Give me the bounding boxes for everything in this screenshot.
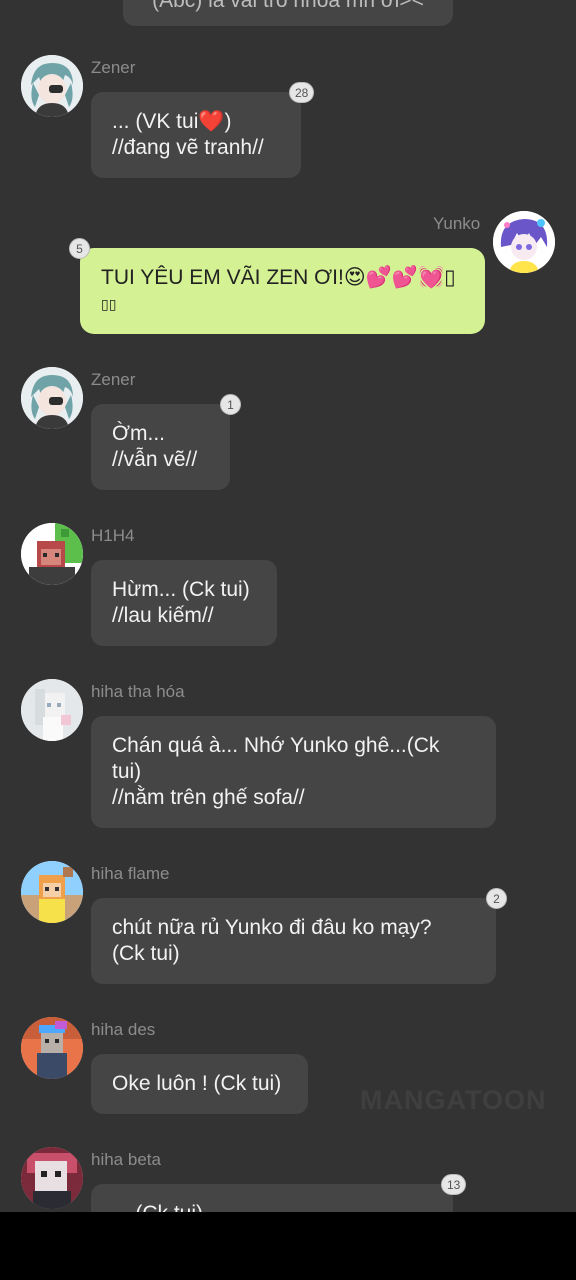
message-bubble[interactable]: ... (Ck tui) [91, 1184, 453, 1212]
message-line: //đang vẽ tranh// [112, 136, 264, 159]
count-badge: 28 [289, 82, 315, 103]
avatar[interactable] [21, 523, 83, 585]
message-line: Chán quá à... Nhớ Yunko ghê...(Ck [112, 734, 440, 757]
sender-name: hiha beta [91, 1150, 161, 1169]
count-badge: 5 [69, 238, 90, 259]
avatar[interactable] [21, 1017, 83, 1079]
avatar[interactable] [21, 55, 83, 117]
sender-name: Yunko [433, 214, 481, 233]
message-line: ... (Ck tui) [112, 1201, 431, 1212]
message-bubble[interactable]: chút nữa rủ Yunko đi đâu ko mạy? (Ck tui… [91, 898, 496, 984]
avatar[interactable] [21, 861, 83, 923]
message-bubble[interactable]: Oke luôn ! (Ck tui) [91, 1054, 308, 1114]
watermark: MANGATOON [360, 1085, 547, 1115]
message-bubble[interactable]: Ờm... //vẫn vẽ// [91, 404, 230, 490]
message-line: chút nữa rủ Yunko đi đâu ko mạy? [112, 916, 432, 939]
sender-name: Zener [91, 58, 136, 77]
message-line: Oke luôn ! (Ck tui) [112, 1072, 282, 1095]
message-line: ... (VK tui❤️) [112, 110, 232, 133]
message-bubble[interactable]: Chán quá à... Nhớ Yunko ghê...(Ck tui) /… [91, 716, 496, 828]
avatar[interactable] [21, 1147, 83, 1209]
avatar[interactable] [493, 211, 555, 273]
sender-name: Zener [91, 370, 136, 389]
message-bubble[interactable]: (Abc) là vai trò nhóa mn ơi>< [123, 0, 453, 26]
message-line: ▯▯ [101, 296, 117, 312]
avatar[interactable] [21, 679, 83, 741]
message-line: TUI YÊU EM VÃI ZEN ƠI!😍💕💕💓▯ [101, 266, 456, 289]
message-bubble[interactable]: Hừm... (Ck tui) //lau kiếm// [91, 560, 277, 646]
count-badge: 13 [441, 1174, 467, 1195]
message-bubble[interactable]: ... (VK tui❤️) //đang vẽ tranh// [91, 92, 301, 178]
message-line: //lau kiếm// [112, 604, 214, 627]
message-line: (Ck tui) [112, 942, 180, 965]
count-badge: 1 [220, 394, 241, 415]
message-line: tui) [112, 760, 142, 783]
message-bubble[interactable]: TUI YÊU EM VÃI ZEN ƠI!😍💕💕💓▯ ▯▯ [80, 248, 485, 334]
message-line: Hừm... (Ck tui) [112, 578, 250, 601]
sender-name: hiha flame [91, 864, 170, 883]
sender-name: hiha des [91, 1020, 156, 1039]
count-badge: 2 [486, 888, 507, 909]
message-text: (Abc) là vai trò nhóa mn ơi>< [152, 0, 424, 12]
message-line: //nằm trên ghế sofa// [112, 786, 305, 809]
system-navigation-bar [0, 1212, 576, 1280]
avatar[interactable] [21, 367, 83, 429]
message-line: //vẫn vẽ// [112, 448, 198, 471]
sender-name: hiha tha hóa [91, 682, 185, 701]
sender-name: H1H4 [91, 526, 135, 545]
chat-screen: (Abc) là vai trò nhóa mn ơi>< Zener ... … [0, 0, 576, 1212]
message-line: Ờm... [112, 422, 166, 445]
